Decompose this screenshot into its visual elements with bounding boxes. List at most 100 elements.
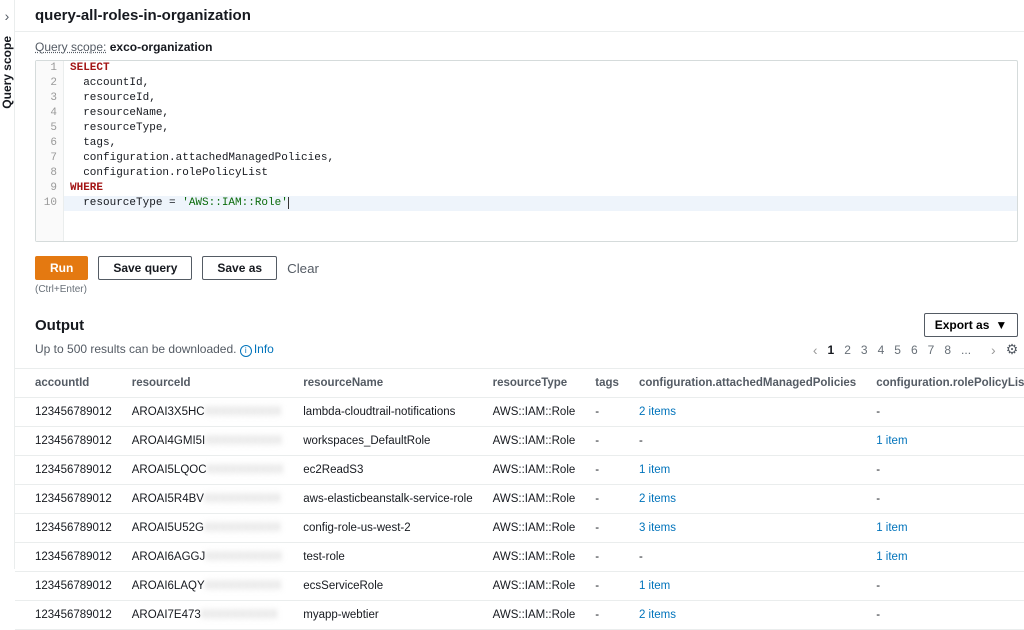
cell-attachedManagedPolicies: 2 items (629, 601, 866, 630)
cell-resourceId: AROAI6AGGJXXXXXXXXXX (122, 543, 294, 572)
col-configuration-attachedManagedPolicies: configuration.attachedManagedPolicies (629, 369, 866, 398)
cell-accountId: 123456789012 (15, 572, 122, 601)
query-scope-label: Query scope: (35, 40, 106, 54)
col-resourceType: resourceType (483, 369, 586, 398)
cell-attachedManagedPolicies: 2 items (629, 485, 866, 514)
clear-button[interactable]: Clear (287, 261, 319, 276)
cell-tags: - (585, 427, 629, 456)
cell-resourceName: myapp-webtier (293, 601, 482, 630)
code-line[interactable]: tags, (64, 136, 116, 151)
pager-page[interactable]: ... (961, 343, 971, 357)
editor-line[interactable]: 9WHERE (36, 181, 1017, 196)
gutter: 9 (36, 181, 64, 196)
cell-tags: - (585, 601, 629, 630)
gutter: 10 (36, 196, 64, 211)
items-link[interactable]: 1 item (876, 522, 907, 534)
editor-line[interactable]: 5 resourceType, (36, 121, 1017, 136)
code-line[interactable]: resourceType, (64, 121, 169, 136)
cell-accountId: 123456789012 (15, 601, 122, 630)
cell-accountId: 123456789012 (15, 543, 122, 572)
editor-line[interactable]: 4 resourceName, (36, 106, 1017, 121)
cell-rolePolicyList: - (866, 398, 1024, 427)
code-line[interactable]: configuration.attachedManagedPolicies, (64, 151, 334, 166)
code-line[interactable]: resourceType = 'AWS::IAM::Role' (64, 196, 289, 211)
code-line[interactable]: resourceName, (64, 106, 169, 121)
info-icon: i (240, 345, 252, 357)
cell-resourceType: AWS::IAM::Role (483, 601, 586, 630)
items-link[interactable]: 1 item (639, 580, 670, 592)
cell-resourceName: test-role (293, 543, 482, 572)
editor-line[interactable]: 1SELECT (36, 61, 1017, 76)
editor-line[interactable]: 8 configuration.rolePolicyList (36, 166, 1017, 181)
cell-rolePolicyList: - (866, 456, 1024, 485)
cell-resourceId: AROAI3X5HCXXXXXXXXXX (122, 398, 294, 427)
cell-attachedManagedPolicies: 1 item (629, 572, 866, 601)
cell-resourceName: config-role-us-west-2 (293, 514, 482, 543)
export-as-button[interactable]: Export as ▼ (924, 313, 1019, 337)
cell-tags: - (585, 398, 629, 427)
cell-rolePolicyList: 1 item (866, 427, 1024, 456)
table-row: 123456789012AROAI5U52GXXXXXXXXXXconfig-r… (15, 514, 1024, 543)
expand-sidebar-icon[interactable]: › (5, 8, 10, 24)
editor-line[interactable]: 6 tags, (36, 136, 1017, 151)
pager-prev[interactable]: ‹ (813, 342, 818, 358)
items-link[interactable]: 1 item (876, 551, 907, 563)
cell-resourceId: AROAI6LAQYXXXXXXXXXX (122, 572, 294, 601)
editor-line[interactable]: 3 resourceId, (36, 91, 1017, 106)
cell-tags: - (585, 543, 629, 572)
pager-page[interactable]: 1 (828, 343, 835, 357)
gutter: 8 (36, 166, 64, 181)
cell-resourceType: AWS::IAM::Role (483, 485, 586, 514)
code-line[interactable]: resourceId, (64, 91, 156, 106)
output-header: Output Export as ▼ (15, 303, 1024, 341)
download-text: Up to 500 results can be downloaded. (35, 342, 236, 356)
editor-line[interactable]: 10 resourceType = 'AWS::IAM::Role' (36, 196, 1017, 211)
cell-resourceType: AWS::IAM::Role (483, 427, 586, 456)
pager-page[interactable]: 6 (911, 343, 918, 357)
table-row: 123456789012AROAI5LQOCXXXXXXXXXXec2ReadS… (15, 456, 1024, 485)
info-link[interactable]: iInfo (240, 342, 274, 356)
pager-page[interactable]: 3 (861, 343, 868, 357)
cell-tags: - (585, 514, 629, 543)
items-link[interactable]: 3 items (639, 522, 676, 534)
editor-line[interactable]: 2 accountId, (36, 76, 1017, 91)
code-line[interactable]: WHERE (64, 181, 103, 196)
settings-icon[interactable]: ⚙ (1006, 341, 1019, 358)
cell-resourceId: AROAI7E473XXXXXXXXXX (122, 601, 294, 630)
gutter: 2 (36, 76, 64, 91)
code-line[interactable]: SELECT (64, 61, 110, 76)
code-line[interactable]: configuration.rolePolicyList (64, 166, 268, 181)
table-row: 123456789012AROAI5R4BVXXXXXXXXXXaws-elas… (15, 485, 1024, 514)
query-block: Query scope: exco-organization 1SELECT2 … (15, 32, 1024, 246)
pager-page[interactable]: 8 (944, 343, 951, 357)
editor-line[interactable]: 7 configuration.attachedManagedPolicies, (36, 151, 1017, 166)
run-button[interactable]: Run (35, 256, 88, 280)
pager-page[interactable]: 2 (844, 343, 851, 357)
cell-resourceName: ec2ReadS3 (293, 456, 482, 485)
pager-next[interactable]: › (991, 342, 996, 358)
table-row: 123456789012AROAI7E473XXXXXXXXXXmyapp-we… (15, 601, 1024, 630)
pager-page[interactable]: 5 (894, 343, 901, 357)
items-link[interactable]: 1 item (639, 464, 670, 476)
save-query-button[interactable]: Save query (98, 256, 192, 280)
code-line[interactable]: accountId, (64, 76, 149, 91)
save-as-button[interactable]: Save as (202, 256, 277, 280)
items-link[interactable]: 2 items (639, 493, 676, 505)
cell-resourceType: AWS::IAM::Role (483, 543, 586, 572)
pager-page[interactable]: 7 (928, 343, 935, 357)
items-link[interactable]: 2 items (639, 609, 676, 621)
query-scope-value: exco-organization (110, 40, 213, 54)
main: query-all-roles-in-organization Query sc… (15, 0, 1024, 569)
sidebar-label: Query scope (0, 36, 14, 109)
table-row: 123456789012AROAI6LAQYXXXXXXXXXXecsServi… (15, 572, 1024, 601)
col-resourceName: resourceName (293, 369, 482, 398)
pager: ‹ 12345678... › ⚙ (813, 341, 1018, 358)
sql-editor[interactable]: 1SELECT2 accountId,3 resourceId,4 resour… (35, 60, 1018, 242)
output-heading: Output (35, 317, 84, 334)
gutter: 7 (36, 151, 64, 166)
gutter: 3 (36, 91, 64, 106)
items-link[interactable]: 1 item (876, 435, 907, 447)
items-link[interactable]: 2 items (639, 406, 676, 418)
pager-page[interactable]: 4 (878, 343, 885, 357)
cell-resourceId: AROAI5U52GXXXXXXXXXX (122, 514, 294, 543)
